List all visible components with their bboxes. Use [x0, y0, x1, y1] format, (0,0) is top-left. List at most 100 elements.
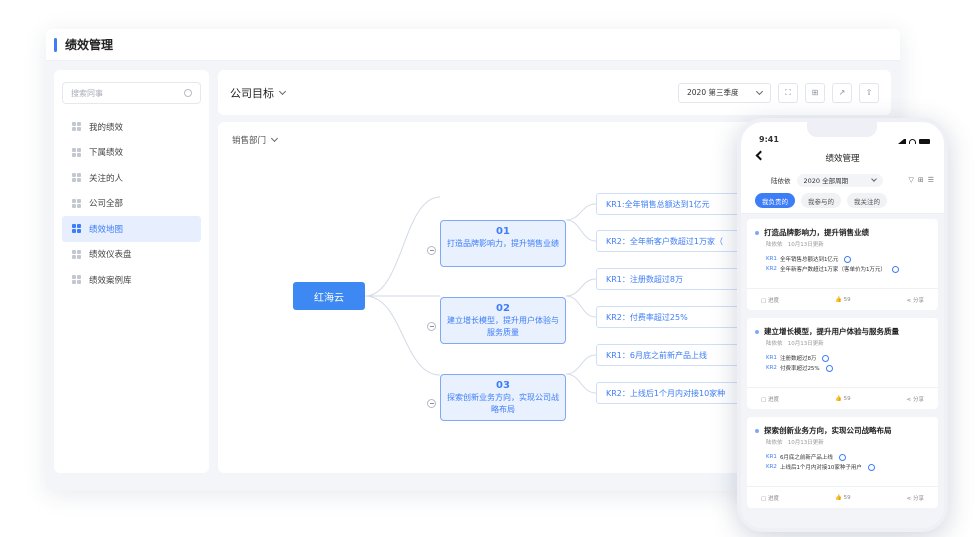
mobile-tabs: 我负责的 我参与的 我关注的 [741, 190, 944, 214]
root-node[interactable]: 红海云 [293, 282, 365, 310]
collapse-toggle-icon[interactable] [427, 399, 436, 408]
objective-number: 03 [496, 380, 510, 391]
progress-button[interactable]: ▢ 进度 [761, 494, 779, 502]
sidebar-item-label: 公司全部 [89, 199, 124, 210]
sidebar-item-label: 绩效地图 [89, 224, 124, 235]
key-result-node[interactable]: KR2：全年新客户数超过1万家（ [596, 230, 746, 252]
like-button[interactable]: 👍 59 [835, 495, 851, 501]
tab-following[interactable]: 我关注的 [847, 193, 887, 208]
progress-button[interactable]: ▢ 进度 [761, 395, 779, 403]
okr-card[interactable]: 探索创新业务方向，实现公司战略布局 陆依依 10月13日更新 KR1 6月底之前新… [747, 417, 938, 508]
sidebar-item-company-all[interactable]: 公司全部 [62, 191, 201, 217]
mobile-phone-mockup: 9:41 绩效管理 陆依依 2020 全部周期 ▽ ⊞ ☰ 我负责的 我参与的 … [737, 118, 948, 532]
sidebar-item-label: 绩效案例库 [89, 275, 132, 286]
like-button[interactable]: 👍 59 [835, 297, 851, 303]
export-icon[interactable]: ⇧ [859, 82, 879, 103]
mobile-filter-bar: 陆依依 2020 全部周期 ▽ ⊞ ☰ [741, 170, 944, 190]
kr-tag: KR1 [766, 256, 777, 262]
kr-tag: KR2 [766, 266, 777, 272]
share-label: 分享 [912, 396, 924, 403]
okr-card[interactable]: 建立增长模型，提升用户体验与服务质量 陆依依 10月13日更新 KR1 注册数超过… [747, 318, 938, 409]
kr-text: 付费率超过25% [779, 366, 820, 372]
key-result-node[interactable]: KR1:全年销售总额达到1亿元 [596, 193, 746, 215]
objective-number: 01 [496, 226, 510, 237]
chevron-down-icon [755, 87, 764, 95]
grid-icon [72, 198, 81, 208]
chevron-down-icon [278, 87, 287, 95]
key-result-node[interactable]: KR2：上线后1个月内对接10家种 [596, 382, 746, 404]
key-result-node[interactable]: KR2：付费率超过25% [596, 306, 746, 328]
sidebar-item-performance-map[interactable]: 绩效地图 [62, 216, 201, 242]
card-footer: ▢ 进度 👍 59 ⋖ 分享 [747, 486, 938, 508]
objective-text: 探索创新业务方向，实现公司战略布局 [447, 393, 559, 414]
card-kr-line: KR1 6月底之前新产品上线 [766, 452, 932, 462]
sidebar-item-subordinate-performance[interactable]: 下属绩效 [62, 140, 201, 166]
title-accent-bar [54, 37, 57, 52]
tab-responsible[interactable]: 我负责的 [755, 193, 795, 208]
key-result-node[interactable]: KR1：注册数超过8万 [596, 268, 746, 290]
kr-text: 6月底之前新产品上线 [779, 455, 833, 461]
okr-card[interactable]: 打造品牌影响力，提升销售业绩 陆依依 10月13日更新 KR1 全年销售总额达到1… [747, 219, 938, 310]
signal-icon [898, 139, 906, 144]
sidebar-item-followed-people[interactable]: 关注的人 [62, 165, 201, 191]
card-updated: 10月13日更新 [787, 440, 824, 446]
owner-name[interactable]: 陆依依 [771, 175, 791, 185]
kr-text: 全年新客户数超过1万家（客单价为1万元） [779, 267, 886, 273]
goal-toolbar: 公司目标 2020 第三季度 ⛶ ⊞ ↗ ⇧ [218, 70, 891, 115]
card-kr-line: KR2 付费率超过25% [766, 363, 932, 373]
filter-actions: ▽ ⊞ ☰ [908, 176, 934, 184]
sidebar-item-performance-dashboard[interactable]: 绩效仪表盘 [62, 242, 201, 268]
objective-text: 建立增长模型，提升用户体验与服务质量 [447, 316, 559, 337]
status-icons [898, 139, 930, 144]
progress-ring-icon [844, 255, 852, 263]
objective-node[interactable]: 01 打造品牌影响力，提升销售业绩 [440, 220, 566, 267]
share-label: 分享 [912, 297, 924, 304]
search-placeholder: 搜索同事 [71, 88, 103, 98]
sidebar-item-case-library[interactable]: 绩效案例库 [62, 267, 201, 293]
kr-tag: KR1 [766, 454, 777, 460]
grid-view-icon[interactable]: ⊞ [918, 176, 924, 184]
key-result-node[interactable]: KR1：6月底之前新产品上线 [596, 344, 746, 366]
period-select[interactable]: 2020 第三季度 [678, 82, 771, 103]
collapse-toggle-icon[interactable] [427, 246, 436, 255]
back-arrow-icon[interactable] [755, 150, 766, 161]
progress-label: 进度 [767, 495, 779, 502]
share-button[interactable]: ⋖ 分享 [907, 494, 924, 502]
search-icon[interactable] [184, 89, 192, 97]
wifi-icon [909, 139, 916, 144]
grid-icon [72, 275, 81, 285]
like-count: 59 [843, 296, 851, 303]
phone-notch [807, 122, 877, 137]
card-owner: 陆依依 [766, 440, 783, 446]
fullscreen-icon[interactable]: ⛶ [778, 82, 798, 103]
tab-participating[interactable]: 我参与的 [801, 193, 841, 208]
collapse-toggle-icon[interactable] [427, 322, 436, 331]
share-button[interactable]: ⋖ 分享 [907, 395, 924, 403]
status-time: 9:41 [759, 135, 779, 144]
toolbar-actions: 2020 第三季度 ⛶ ⊞ ↗ ⇧ [678, 82, 879, 103]
card-owner: 陆依依 [766, 242, 783, 248]
share-icon[interactable]: ↗ [832, 82, 852, 103]
org-structure-icon[interactable]: ⊞ [805, 82, 825, 103]
share-button[interactable]: ⋖ 分享 [907, 296, 924, 304]
objective-node[interactable]: 03 探索创新业务方向，实现公司战略布局 [440, 374, 566, 421]
card-meta: 陆依依 10月13日更新 [766, 339, 932, 347]
goal-dropdown[interactable]: 公司目标 [230, 85, 287, 101]
sidebar-item-my-performance[interactable]: 我的绩效 [62, 114, 201, 140]
bullet-dot [755, 230, 759, 235]
list-view-icon[interactable]: ☰ [928, 176, 934, 184]
card-kr-line: KR2 全年新客户数超过1万家（客单价为1万元） [766, 264, 932, 274]
like-count: 59 [843, 494, 851, 501]
like-button[interactable]: 👍 59 [835, 396, 851, 402]
objective-number: 02 [496, 303, 510, 314]
progress-button[interactable]: ▢ 进度 [761, 296, 779, 304]
progress-label: 进度 [767, 396, 779, 403]
period-select[interactable]: 2020 全部周期 [796, 173, 883, 187]
grid-icon [72, 173, 81, 183]
period-value: 2020 第三季度 [687, 88, 739, 97]
kr-tag: KR2 [766, 365, 777, 371]
filter-icon[interactable]: ▽ [908, 176, 913, 184]
search-input[interactable]: 搜索同事 [62, 82, 201, 104]
mobile-title: 绩效管理 [825, 154, 860, 164]
objective-node[interactable]: 02 建立增长模型，提升用户体验与服务质量 [440, 297, 566, 344]
